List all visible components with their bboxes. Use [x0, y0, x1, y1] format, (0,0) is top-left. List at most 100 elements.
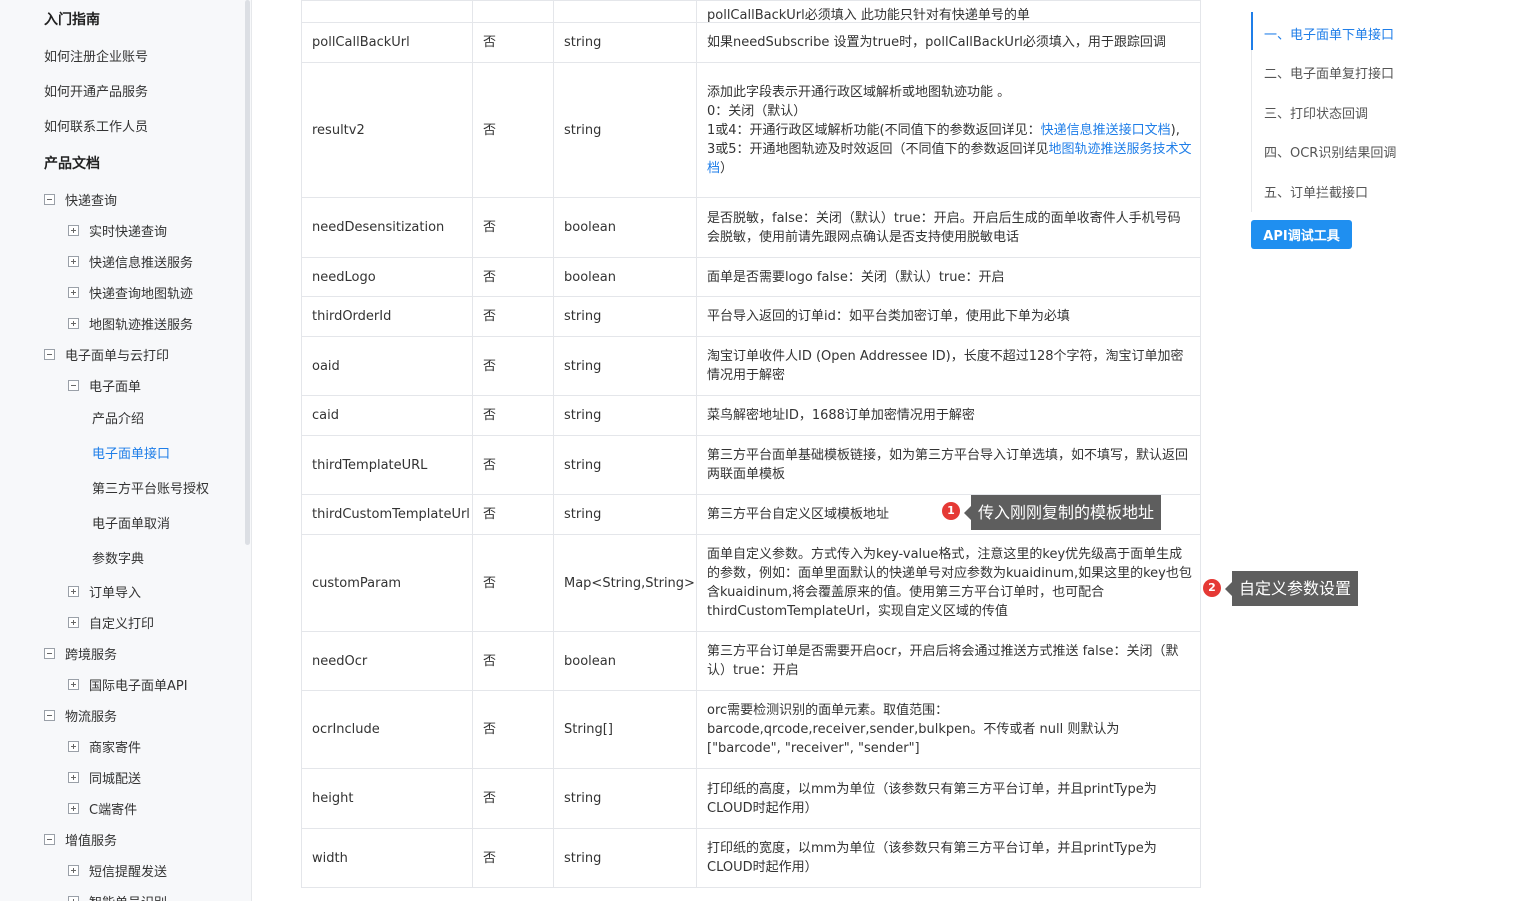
tree-item-eorder[interactable]: 电子面单 — [68, 375, 141, 395]
tree-item-c-ship[interactable]: C端寄件 — [68, 798, 137, 818]
tree-item-product-intro[interactable]: 产品介绍 — [92, 407, 144, 427]
table-cell-desc: 菜鸟解密地址ID，1688订单加密情况用于解密 — [696, 395, 1201, 436]
toc-item-reprint[interactable]: 二、电子面单复打接口 — [1264, 63, 1394, 82]
nav-section-getting-started[interactable]: 入门指南 — [44, 9, 100, 29]
table-cell-type: string — [553, 22, 697, 63]
expand-icon[interactable] — [68, 585, 79, 597]
table-cell-required: 否 — [472, 768, 554, 829]
table-cell-name: height — [301, 768, 473, 829]
annotation-callout-template-url: 传入刚刚复制的模板地址 — [963, 495, 1162, 530]
tree-item-map-track[interactable]: 快递查询地图轨迹 — [68, 282, 193, 302]
collapse-icon[interactable] — [44, 348, 55, 360]
table-cell-name: needOcr — [301, 631, 473, 691]
table-cell-name: needDesensitization — [301, 197, 473, 258]
annotation-badge-1: 1 — [942, 502, 960, 520]
table-cell-desc: 平台导入返回的订单id：如平台类加密订单，使用此下单为必填 — [696, 296, 1201, 337]
collapse-icon[interactable] — [68, 379, 79, 391]
table-row: oaid 否 string 淘宝订单收件人ID (Open Addressee … — [301, 336, 1201, 396]
expand-icon[interactable] — [68, 255, 79, 267]
table-cell-desc: 第三方平台面单基础模板链接，如为第三方平台导入订单选填，如不填写，默认返回两联面… — [696, 435, 1201, 495]
table-row: height 否 string 打印纸的高度，以mm为单位（该参数只有第三方平台… — [301, 768, 1201, 829]
collapse-icon[interactable] — [44, 833, 55, 845]
table-cell-required: 否 — [472, 257, 554, 297]
table-cell-desc: 第三方平台订单是否需要开启ocr，开启后将会通过推送方式推送 false：关闭（… — [696, 631, 1201, 691]
expand-icon[interactable] — [68, 224, 79, 236]
api-debug-tool-button[interactable]: API调试工具 — [1251, 220, 1352, 249]
table-cell-desc: 添加此字段表示开通行政区域解析或地图轨迹功能 。 0：关闭（默认） 1或4：开通… — [696, 62, 1201, 198]
table-row: pollCallBackUrl必须填入 此功能只针对有快递单号的单 — [301, 0, 1201, 23]
tree-item-merchant-ship[interactable]: 商家寄件 — [68, 736, 141, 756]
tree-item-same-city[interactable]: 同城配送 — [68, 767, 141, 787]
expand-icon[interactable] — [68, 317, 79, 329]
table-cell-type: string — [553, 395, 697, 436]
table-cell-desc: 打印纸的高度，以mm为单位（该参数只有第三方平台订单，并且printType为C… — [696, 768, 1201, 829]
table-cell-name: resultv2 — [301, 62, 473, 198]
tree-item-param-dict[interactable]: 参数字典 — [92, 547, 144, 567]
expand-icon[interactable] — [68, 740, 79, 752]
toc-item-print-callback[interactable]: 三、打印状态回调 — [1264, 103, 1368, 122]
nav-link-register[interactable]: 如何注册企业账号 — [44, 46, 148, 65]
expand-icon[interactable] — [68, 802, 79, 814]
tree-item-sms[interactable]: 短信提醒发送 — [68, 860, 167, 880]
table-cell-desc: 打印纸的宽度，以mm为单位（该参数只有第三方平台订单，并且printType为C… — [696, 828, 1201, 888]
toc-item-ocr-callback[interactable]: 四、OCR识别结果回调 — [1264, 142, 1396, 161]
table-cell-required: 否 — [472, 336, 554, 396]
toc-item-create-order[interactable]: 一、电子面单下单接口 — [1264, 24, 1394, 43]
expand-icon[interactable] — [68, 895, 79, 901]
push-doc-link[interactable]: 快递信息推送接口文档 — [1041, 123, 1171, 138]
table-cell-name: thirdOrderId — [301, 296, 473, 337]
table-row: customParam 否 Map<String,String> 面单自定义参数… — [301, 534, 1201, 632]
table-cell-type: string — [553, 768, 697, 829]
collapse-icon[interactable] — [44, 709, 55, 721]
table-cell-name: thirdTemplateURL — [301, 435, 473, 495]
collapse-icon[interactable] — [44, 647, 55, 659]
sidebar-scrollbar[interactable] — [245, 0, 250, 545]
table-cell-type: boolean — [553, 631, 697, 691]
nav-section-products[interactable]: 产品文档 — [44, 153, 100, 173]
table-row: thirdTemplateURL 否 string 第三方平台面单基础模板链接，… — [301, 435, 1201, 495]
table-cell-type: boolean — [553, 197, 697, 258]
table-row: thirdOrderId 否 string 平台导入返回的订单id：如平台类加密… — [301, 296, 1201, 337]
table-cell-desc: 面单是否需要logo false：关闭（默认）true：开启 — [696, 257, 1201, 297]
table-cell-type: string — [553, 828, 697, 888]
collapse-icon[interactable] — [44, 193, 55, 205]
nav-link-open-service[interactable]: 如何开通产品服务 — [44, 81, 148, 100]
tree-item-smart-recognize[interactable]: 智能单号识别 — [68, 891, 167, 901]
nav-link-contact[interactable]: 如何联系工作人员 — [44, 116, 148, 135]
tree-item-realtime-query[interactable]: 实时快递查询 — [68, 220, 167, 240]
tree-item-third-party-auth[interactable]: 第三方平台账号授权 — [92, 477, 209, 497]
tree-item-logistics[interactable]: 物流服务 — [44, 705, 117, 725]
table-row: ocrInclude 否 String[] orc需要检测识别的面单元素。取值范… — [301, 690, 1201, 769]
tree-item-push-service[interactable]: 快递信息推送服务 — [68, 251, 193, 271]
expand-icon[interactable] — [68, 864, 79, 876]
expand-icon[interactable] — [68, 286, 79, 298]
annotation-callout-custom-param: 自定义参数设置 — [1224, 571, 1359, 606]
tree-item-eorder-api[interactable]: 电子面单接口 — [92, 442, 170, 462]
sidebar-nav: 入门指南 如何注册企业账号 如何开通产品服务 如何联系工作人员 产品文档 快递查… — [0, 0, 252, 901]
tree-item-cross-border[interactable]: 跨境服务 — [44, 643, 117, 663]
table-cell-type: boolean — [553, 257, 697, 297]
table-cell-required: 否 — [472, 631, 554, 691]
tree-item-eorder-cancel[interactable]: 电子面单取消 — [92, 512, 170, 532]
table-cell-desc: 如果needSubscribe 设置为true时，pollCallBackUrl… — [696, 22, 1201, 63]
expand-icon[interactable] — [68, 616, 79, 628]
tree-item-value-added[interactable]: 增值服务 — [44, 829, 117, 849]
table-of-contents: 一、电子面单下单接口 二、电子面单复打接口 三、打印状态回调 四、OCR识别结果… — [1251, 12, 1514, 212]
table-cell-desc: 面单自定义参数。方式传入为key-value格式，注意这里的key优先级高于面单… — [696, 534, 1201, 632]
tree-item-map-push[interactable]: 地图轨迹推送服务 — [68, 313, 193, 333]
table-cell-desc: 是否脱敏，false：关闭（默认）true：开启。开启后生成的面单收寄件人手机号… — [696, 197, 1201, 258]
table-cell-required: 否 — [472, 197, 554, 258]
toc-item-intercept[interactable]: 五、订单拦截接口 — [1264, 182, 1368, 201]
tree-item-custom-print[interactable]: 自定义打印 — [68, 612, 154, 632]
tree-item-intl-eorder[interactable]: 国际电子面单API — [68, 674, 188, 694]
tree-item-order-import[interactable]: 订单导入 — [68, 581, 141, 601]
table-row: needDesensitization 否 boolean 是否脱敏，false… — [301, 197, 1201, 258]
expand-icon[interactable] — [68, 678, 79, 690]
annotation-badge-2: 2 — [1203, 579, 1221, 597]
table-cell-name: oaid — [301, 336, 473, 396]
expand-icon[interactable] — [68, 771, 79, 783]
tree-item-express-query[interactable]: 快递查询 — [44, 189, 117, 209]
table-cell-required: 否 — [472, 534, 554, 632]
tree-item-eorder-cloudprint[interactable]: 电子面单与云打印 — [44, 344, 169, 364]
table-cell-required: 否 — [472, 828, 554, 888]
